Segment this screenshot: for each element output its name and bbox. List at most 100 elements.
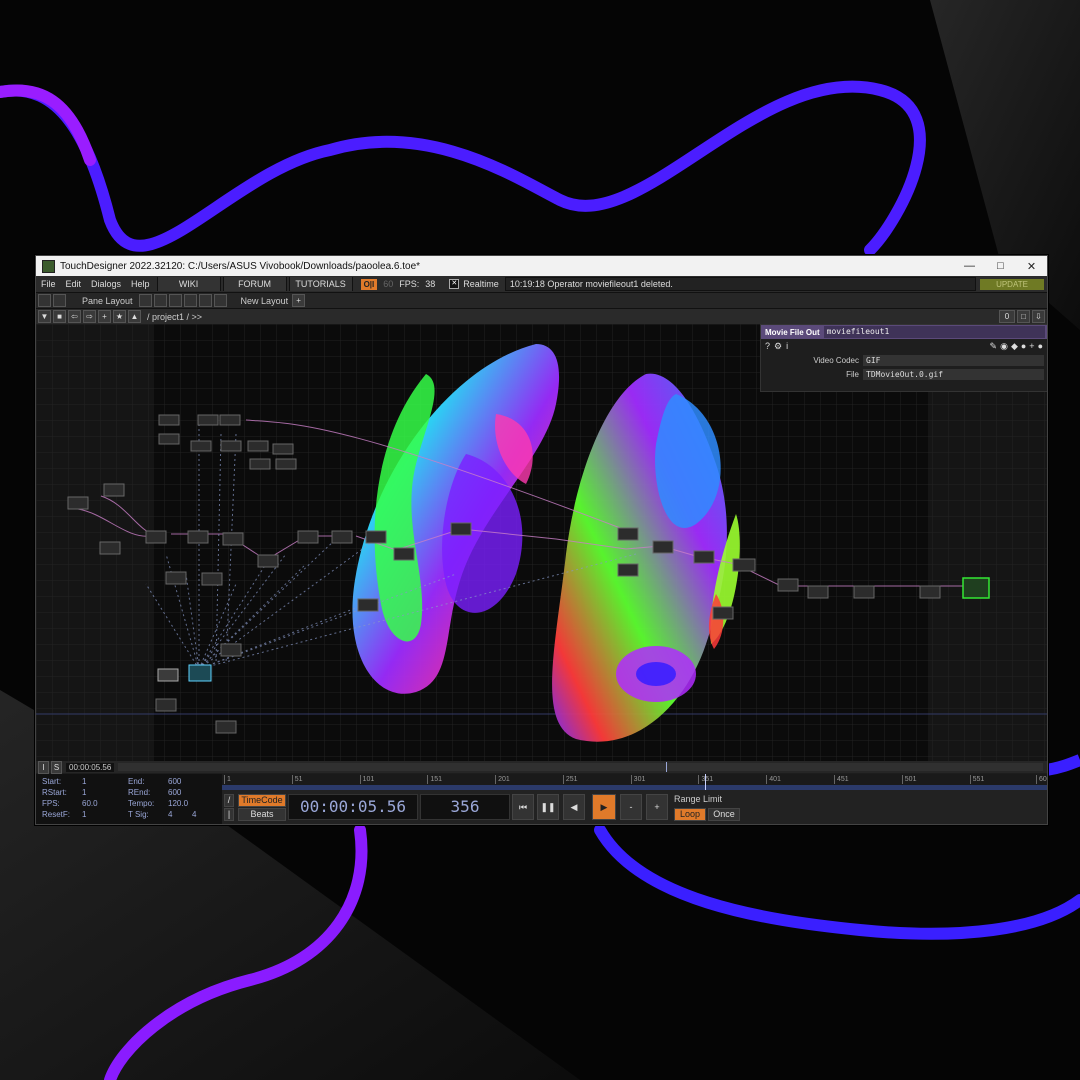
end-label: End: (128, 777, 145, 786)
end-value[interactable]: 600 (168, 777, 181, 786)
cook-rate: 60 (383, 279, 394, 289)
update-button[interactable]: UPDATE (980, 278, 1044, 290)
close-button[interactable]: ✕ (1016, 256, 1047, 276)
dot-icon[interactable]: ● (1038, 341, 1043, 351)
tempo-value[interactable]: 120.0 (168, 799, 188, 808)
ruler-tick: 501 (901, 775, 916, 784)
timeline-ruler[interactable]: 151101151201251301351401451501551600 (222, 774, 1047, 790)
pause-icon[interactable]: ❚❚ (537, 794, 559, 820)
tag-icon[interactable]: ◆ (1011, 341, 1018, 352)
layout-icon-3[interactable] (168, 294, 182, 307)
color-icon[interactable]: ● (1021, 341, 1026, 351)
square-icon[interactable]: ■ (53, 310, 66, 323)
start-value[interactable]: 1 (82, 777, 86, 786)
playhead[interactable] (705, 774, 707, 790)
resetf-label: ResetF: (42, 810, 71, 819)
tsig-value-a[interactable]: 4 (168, 810, 172, 819)
frame-display[interactable]: 356 (420, 794, 510, 820)
menu-dialogs[interactable]: Dialogs (86, 279, 126, 289)
layout-icon-5[interactable] (198, 294, 212, 307)
status-message: 10:19:18 Operator moviefileout1 deleted. (504, 277, 976, 291)
forward-icon[interactable]: ⇨ (83, 310, 96, 323)
slash-icon[interactable]: / (224, 794, 234, 807)
scrub-playhead (666, 762, 668, 772)
plus-icon[interactable]: + (98, 310, 111, 323)
pane-icon[interactable] (38, 294, 51, 307)
ruler-tick: 201 (495, 775, 510, 784)
python-icon[interactable]: ⚙ (774, 341, 782, 352)
timecode-toggle[interactable]: TimeCode (238, 794, 286, 807)
minimize-button[interactable]: — (954, 256, 985, 276)
download-icon[interactable]: ⇩ (1032, 310, 1045, 323)
tab-tutorials[interactable]: TUTORIALS (288, 277, 353, 291)
layout-icon-6[interactable] (213, 294, 227, 307)
play-forward-icon[interactable]: ▶ (592, 794, 616, 820)
title-bar: TouchDesigner 2022.32120: C:/Users/ASUS … (36, 256, 1047, 276)
star-icon[interactable]: ★ (113, 310, 126, 323)
edit-icon[interactable]: ✎ (990, 341, 998, 352)
pane-bar: Pane Layout New Layout + (36, 293, 1047, 309)
step-back-icon[interactable]: - (620, 794, 642, 820)
fps-setting-label: FPS: (42, 799, 60, 808)
layout-icon-4[interactable] (183, 294, 197, 307)
ruler-tick: 451 (834, 775, 849, 784)
ruler-tick: 401 (766, 775, 781, 784)
file-label: File (846, 369, 859, 379)
beats-toggle[interactable]: Beats (238, 808, 286, 821)
resetf-value[interactable]: 1 (82, 810, 86, 819)
ruler-tick: 1 (224, 775, 231, 784)
play-reverse-icon[interactable]: ◀ (563, 794, 585, 820)
add-layout-icon[interactable]: + (292, 294, 306, 307)
add-icon[interactable]: + (1029, 341, 1034, 351)
new-layout-label[interactable]: New Layout (241, 296, 289, 306)
timeline-s-button[interactable]: S (51, 760, 62, 774)
menu-edit[interactable]: Edit (61, 279, 87, 289)
network-path[interactable]: / project1 / >> (147, 312, 997, 322)
file-field[interactable]: TDMovieOut.0.gif (863, 368, 1044, 380)
comment-icon[interactable]: ◉ (1000, 341, 1008, 352)
video-codec-row: Video Codec GIF (761, 353, 1047, 367)
once-toggle[interactable]: Once (708, 808, 740, 821)
ruler-tick: 551 (969, 775, 984, 784)
layout-icon-1[interactable] (138, 294, 152, 307)
timeline-i-button[interactable]: I (38, 760, 49, 774)
info-icon[interactable]: i (786, 341, 788, 351)
up-icon[interactable]: ▲ (128, 310, 141, 323)
fps-setting-value[interactable]: 60.0 (82, 799, 98, 808)
operator-name-field[interactable]: moviefileout1 (823, 326, 1045, 338)
timecode-display[interactable]: 00:00:05.56 (288, 794, 418, 820)
operator-type: Movie File Out (765, 327, 820, 337)
touchdesigner-window: TouchDesigner 2022.32120: C:/Users/ASUS … (35, 255, 1048, 825)
tempo-label: Tempo: (128, 799, 155, 808)
tsig-label: T Sig: (128, 810, 149, 819)
menu-help[interactable]: Help (126, 279, 155, 289)
anchor-icon[interactable] (53, 294, 66, 307)
chevron-down-icon[interactable]: ▼ (38, 310, 51, 323)
tsig-value-b[interactable]: 4 (192, 810, 196, 819)
perform-mode-badge[interactable]: O|I (360, 278, 378, 290)
rstart-label: RStart: (42, 788, 67, 797)
realtime-checkbox[interactable]: ✕ (449, 279, 460, 289)
bar-icon[interactable]: | (224, 808, 234, 821)
step-forward-icon[interactable]: + (646, 794, 668, 820)
help-icon[interactable]: ? (765, 341, 770, 351)
ruler-tick: 51 (291, 775, 303, 784)
pane-layout-label: Pane Layout (82, 295, 133, 306)
timeline-scrub[interactable] (118, 762, 1043, 772)
rstart-value[interactable]: 1 (82, 788, 86, 797)
tab-forum[interactable]: FORUM (222, 277, 287, 291)
back-icon[interactable]: ⇦ (68, 310, 81, 323)
ruler-tick: 301 (630, 775, 645, 784)
rewind-icon[interactable]: ⏮ (512, 794, 534, 820)
layout-icon-2[interactable] (153, 294, 167, 307)
maximize-button[interactable]: □ (985, 256, 1016, 276)
param-toolbar: ? ⚙ i ✎ ◉ ◆ ● + ● (761, 339, 1047, 353)
start-label: Start: (42, 777, 62, 786)
app-icon (42, 259, 55, 273)
rend-value[interactable]: 600 (168, 788, 181, 797)
menu-file[interactable]: File (36, 279, 61, 289)
loop-toggle[interactable]: Loop (674, 808, 706, 821)
viewer-icon[interactable]: □ (1017, 310, 1030, 323)
video-codec-select[interactable]: GIF (863, 354, 1044, 366)
tab-wiki[interactable]: WIKI (156, 277, 221, 291)
